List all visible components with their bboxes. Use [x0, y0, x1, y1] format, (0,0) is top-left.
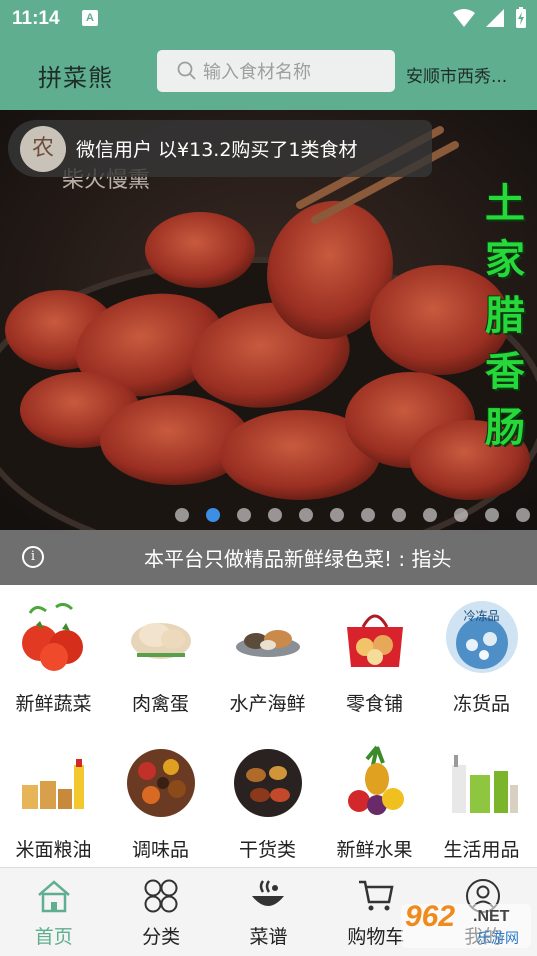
- carousel-dot[interactable]: [237, 508, 251, 522]
- notice-clip: 本平台只做精品新鲜绿色菜! : 指头: [120, 530, 516, 585]
- app-indicator-icon: A: [82, 10, 98, 26]
- purchase-ticker: 农 微信用户 以¥13.2购买了1类食材: [8, 120, 432, 177]
- carousel-dot[interactable]: [361, 508, 375, 522]
- carousel-dot[interactable]: [392, 508, 406, 522]
- notice-text: 本平台只做精品新鲜绿色菜! : 指头: [144, 547, 452, 571]
- tab-category[interactable]: 分类: [107, 868, 214, 956]
- status-time: 11:14: [12, 8, 60, 29]
- carousel-dot[interactable]: [299, 508, 313, 522]
- app-brand: 拼菜熊: [38, 64, 113, 92]
- category-fruits[interactable]: 新鲜水果: [321, 745, 428, 862]
- watermark-cn: 乐游网: [477, 931, 519, 947]
- snack-bag-icon: [337, 599, 413, 675]
- search-icon: [177, 61, 196, 80]
- promo-banner[interactable]: 柴火慢熏 土 家 腊 香 肠 农 微信用户 以¥13.2购买了1类食材: [0, 110, 537, 530]
- category-label: 米面粮油: [15, 839, 92, 861]
- seafood-icon: [230, 599, 306, 675]
- category-label: 干货类: [238, 839, 296, 861]
- category-label: 调味品: [131, 839, 189, 861]
- carousel-dot[interactable]: [454, 508, 468, 522]
- avatar: 农: [20, 125, 66, 172]
- title-char: 香: [485, 348, 525, 395]
- category-icon: [144, 879, 178, 913]
- tab-home[interactable]: 首页: [0, 868, 107, 956]
- category-dried-goods[interactable]: 干货类: [214, 745, 321, 862]
- tomato-icon: [16, 599, 92, 675]
- category-snacks[interactable]: 零食铺: [321, 599, 428, 716]
- tab-recipe[interactable]: 菜谱: [215, 868, 322, 956]
- carousel-dot[interactable]: [516, 508, 530, 522]
- category-label: 肉禽蛋: [131, 693, 189, 715]
- carousel-dot[interactable]: [330, 508, 344, 522]
- carousel-dot[interactable]: [206, 508, 220, 522]
- location-selector[interactable]: 安顺市西秀...: [406, 62, 530, 87]
- category-label: 零食铺: [345, 693, 403, 715]
- category-grid: 新鲜蔬菜 肉禽蛋 水产海鲜 零食铺 冷冻品 冻货品 米面粮油 调味品 干货类 新…: [0, 585, 537, 867]
- carousel-dots: [175, 508, 530, 522]
- system-icons: [453, 7, 527, 29]
- watermark-suffix: .NET: [473, 908, 510, 925]
- daily-goods-icon: [444, 745, 520, 821]
- poultry-icon: [123, 599, 199, 675]
- title-char: 腊: [485, 292, 525, 339]
- category-label: 新鲜蔬菜: [15, 693, 92, 715]
- search-placeholder: 输入食材名称: [203, 62, 311, 83]
- category-label: 生活用品: [443, 839, 520, 861]
- category-seafood[interactable]: 水产海鲜: [214, 599, 321, 716]
- nav-label: 首页: [34, 926, 73, 948]
- announcement-bar[interactable]: i 本平台只做精品新鲜绿色菜! : 指头: [0, 530, 537, 585]
- top-header: 拼菜熊 输入食材名称 安顺市西秀...: [0, 38, 537, 110]
- cart-icon: [358, 880, 394, 911]
- category-vegetables[interactable]: 新鲜蔬菜: [0, 599, 107, 716]
- recipe-icon: [252, 880, 285, 906]
- category-label: 新鲜水果: [336, 839, 413, 861]
- signal-icon: [486, 9, 504, 27]
- info-icon: i: [22, 546, 44, 568]
- category-label: 水产海鲜: [229, 693, 306, 715]
- frozen-badge-text: 冷冻品: [463, 609, 500, 623]
- home-icon: [37, 880, 70, 913]
- category-seasoning[interactable]: 调味品: [107, 745, 214, 862]
- carousel-dot[interactable]: [485, 508, 499, 522]
- category-label: 冻货品: [452, 693, 510, 715]
- search-input[interactable]: 输入食材名称: [157, 50, 395, 92]
- fruit-icon: [337, 745, 413, 821]
- nav-label: 菜谱: [249, 926, 288, 948]
- wifi-icon: [453, 9, 475, 27]
- dried-goods-icon: [230, 745, 306, 821]
- category-meat-poultry-eggs[interactable]: 肉禽蛋: [107, 599, 214, 716]
- nav-label: 分类: [142, 926, 181, 948]
- banner-vertical-title: 土 家 腊 香 肠: [479, 176, 531, 456]
- carousel-dot[interactable]: [423, 508, 437, 522]
- watermark-logo: 962 .NET 乐游网: [401, 900, 531, 948]
- category-frozen[interactable]: 冷冻品 冻货品: [428, 599, 535, 716]
- watermark-number: 962: [405, 900, 456, 933]
- frozen-icon: 冷冻品: [444, 599, 520, 675]
- title-char: 肠: [485, 404, 525, 451]
- status-bar: 11:14 A: [0, 0, 537, 38]
- ticker-message: 微信用户 以¥13.2购买了1类食材: [76, 139, 358, 161]
- category-daily-goods[interactable]: 生活用品: [428, 745, 535, 862]
- category-grain-oil[interactable]: 米面粮油: [0, 745, 107, 862]
- carousel-dot[interactable]: [175, 508, 189, 522]
- title-char: 土: [485, 180, 525, 227]
- carousel-dot[interactable]: [268, 508, 282, 522]
- spices-icon: [123, 745, 199, 821]
- grain-oil-icon: [16, 745, 92, 821]
- title-char: 家: [485, 236, 525, 283]
- battery-icon: [516, 7, 526, 28]
